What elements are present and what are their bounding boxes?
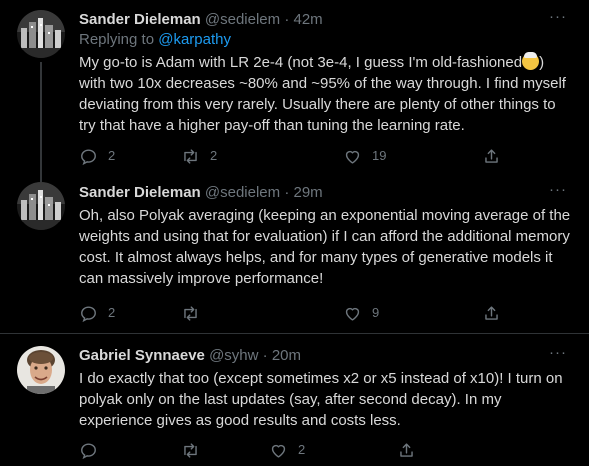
separator: ·	[284, 11, 290, 28]
retweet-count: 2	[210, 148, 218, 163]
like-count: 19	[372, 148, 387, 163]
timestamp[interactable]: 42m	[294, 11, 323, 28]
author-handle[interactable]: @syhw	[209, 347, 258, 364]
share-button[interactable]	[482, 302, 511, 324]
tweet-text: I do exactly that too (except sometimes …	[79, 370, 563, 429]
avatar[interactable]	[17, 10, 65, 58]
reply-button[interactable]	[79, 439, 108, 461]
timestamp[interactable]: 20m	[272, 347, 301, 364]
timestamp[interactable]: 29m	[294, 184, 323, 201]
share-icon	[485, 305, 498, 320]
heart-icon	[271, 444, 286, 458]
retweet-icon	[184, 442, 197, 458]
like-count: 2	[298, 442, 306, 457]
tweet-header: Gabriel Synnaeve @syhw · 20m ···	[79, 345, 573, 366]
retweet-icon	[184, 148, 197, 164]
author-name[interactable]: Sander Dieleman	[79, 11, 201, 28]
replying-to-label: Replying to	[79, 31, 159, 48]
heart-icon	[345, 150, 360, 164]
like-button[interactable]: 19	[343, 145, 386, 167]
reply-button[interactable]: 2	[79, 145, 115, 167]
more-options-icon[interactable]: ···	[549, 182, 567, 197]
reply-icon	[81, 148, 96, 165]
like-count: 9	[372, 305, 380, 320]
reply-button[interactable]: 2	[79, 302, 115, 324]
reply-count: 2	[108, 148, 116, 163]
share-button[interactable]	[397, 439, 426, 461]
retweet-button[interactable]: 2	[181, 145, 217, 167]
more-options-icon[interactable]: ···	[549, 345, 567, 360]
reply-icon	[81, 442, 96, 459]
tweet-3[interactable]: Gabriel Synnaeve @syhw · 20m ··· I do ex…	[0, 334, 589, 466]
like-button[interactable]: 2	[269, 439, 305, 461]
tweet-text-part: My go-to is Adam with LR 2e-4 (not 3e-4,…	[79, 54, 523, 71]
heart-icon	[345, 307, 360, 321]
mention-link[interactable]: @karpathy	[158, 31, 231, 48]
older-person-emoji	[522, 52, 540, 70]
separator: ·	[284, 184, 290, 201]
tweet-1[interactable]: Sander Dieleman @sedielem · 42m ··· Repl…	[0, 0, 589, 182]
avatar[interactable]	[17, 346, 65, 394]
author-name[interactable]: Gabriel Synnaeve	[79, 347, 205, 364]
tweet-text: Oh, also Polyak averaging (keeping an ex…	[79, 207, 571, 287]
thread-connector	[40, 173, 42, 181]
tweet-header: Sander Dieleman @sedielem · 29m ···	[79, 182, 573, 203]
reply-icon	[81, 305, 96, 322]
share-icon	[485, 148, 498, 163]
author-name[interactable]: Sander Dieleman	[79, 184, 201, 201]
like-button[interactable]: 9	[343, 302, 379, 324]
replying-to: Replying to @karpathy	[79, 30, 573, 50]
avatar[interactable]	[17, 182, 65, 230]
retweet-icon	[184, 305, 197, 321]
author-handle[interactable]: @sedielem	[205, 11, 280, 28]
share-icon	[400, 442, 413, 457]
tweet-text: My go-to is Adam with LR 2e-4 (not 3e-4,…	[79, 52, 573, 136]
separator: ·	[262, 347, 268, 364]
share-button[interactable]	[482, 145, 511, 167]
tweet-2[interactable]: Sander Dieleman @sedielem · 29m ··· Oh, …	[0, 173, 589, 333]
tweet-header: Sander Dieleman @sedielem · 42m ···	[79, 9, 573, 30]
retweet-button[interactable]	[181, 302, 210, 324]
retweet-button[interactable]	[181, 439, 210, 461]
author-handle[interactable]: @sedielem	[205, 184, 280, 201]
reply-count: 2	[108, 305, 116, 320]
thread-connector	[40, 62, 42, 182]
more-options-icon[interactable]: ···	[549, 9, 567, 24]
